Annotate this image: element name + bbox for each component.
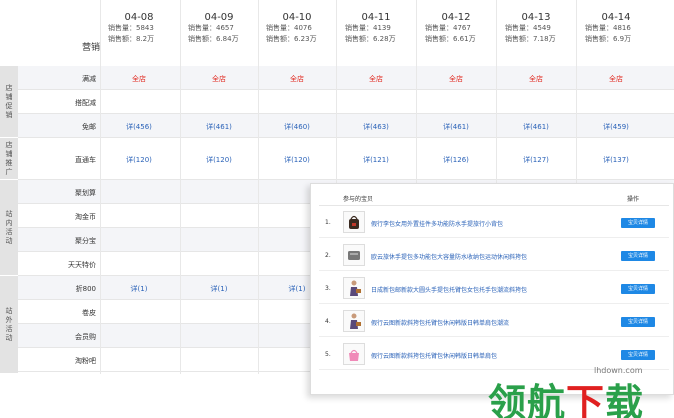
popup-item: 1. 假行李包女用外置挂件多功能防水手提旅行小背包 宝贝详情 [319,208,669,238]
item-number: 1. [325,219,331,226]
popup-item: 3. 日成新包邮新款大圆头手提包托臂包女包托手包潮流斜挎包 宝贝详情 [319,274,669,304]
row-label: 卷皮 [82,309,96,317]
group-label: 店铺推广 [0,138,18,180]
column-divider [180,0,181,374]
day-column-header: 04-11 销售量：4139 销售额：6.28万 [336,0,416,66]
sales-qty: 销售量：4816 [585,24,631,32]
day-column-header: 04-08 销售量：5843 销售额：8.2万 [100,0,178,66]
sales-amount: 销售额：6.28万 [345,35,396,43]
day-date: 04-10 [282,12,312,23]
column-divider [100,0,101,374]
detail-link[interactable]: 详(460) [258,122,336,132]
detail-link[interactable]: 详(121) [336,155,416,165]
detail-link[interactable]: 详(120) [180,155,258,165]
item-title-link[interactable]: 假行云图新款斜挎包托臂包休闲韩版日韩单肩包潮流 [371,318,509,327]
bag-dark-icon[interactable] [343,211,365,233]
row-label: 聚分宝 [75,237,96,245]
bag-pink-icon[interactable] [343,343,365,365]
popup-item: 4. 假行云图新款斜挎包托臂包休闲韩版日韩单肩包潮流 宝贝详情 [319,307,669,337]
section-label: 营销 [81,43,100,53]
scope-label: 全店 [369,75,383,83]
item-number: 3. [325,285,331,292]
item-number: 4. [325,318,331,325]
product-detail-button[interactable]: 宝贝详情 [621,284,655,294]
day-column-header: 04-12 销售量：4767 销售额：6.61万 [416,0,496,66]
row-label: 淘金币 [75,213,96,221]
scope-label: 全店 [132,75,146,83]
day-date: 04-14 [601,12,631,23]
column-divider [258,0,259,374]
item-number: 5. [325,351,331,358]
item-title-link[interactable]: 日成新包邮新款大圆头手提包托臂包女包托手包潮流斜挎包 [371,285,527,294]
row-label: 折800 [75,285,96,293]
row-label: 搭配减 [75,99,96,107]
scope-label: 全店 [529,75,543,83]
row-label: 天天特价 [68,261,96,269]
row-label: 直通车 [75,156,96,164]
day-column-header: 04-13 销售量：4549 销售额：7.18万 [496,0,576,66]
sales-qty: 销售量：4076 [266,24,312,32]
sales-amount: 销售额：6.9万 [585,35,632,43]
sales-qty: 销售量：5843 [108,24,154,32]
sales-qty: 销售量：4139 [345,24,391,32]
day-column-header: 04-14 销售量：4816 销售额：6.9万 [576,0,656,66]
product-detail-button[interactable]: 宝贝详情 [621,317,655,327]
group-label: 店铺促销 [0,66,18,138]
day-date: 04-12 [441,12,471,23]
day-date: 04-08 [124,12,154,23]
detail-link[interactable]: 详(461) [180,122,258,132]
bag-gray-icon[interactable] [343,244,365,266]
day-column-header: 04-10 销售量：4076 销售额：6.23万 [258,0,336,66]
row-label: 聚划算 [75,189,96,197]
day-date: 04-09 [204,12,234,23]
scope-label: 全店 [290,75,304,83]
scope-label: 全店 [212,75,226,83]
detail-link[interactable]: 详(456) [100,122,178,132]
scope-label: 全店 [449,75,463,83]
product-detail-button[interactable]: 宝贝详情 [621,218,655,228]
item-title-link[interactable]: 假行云图新款斜挎包托臂包休闲韩版日韩单肩包 [371,351,497,360]
watermark-text: 领航下载 [488,381,645,418]
day-column-header: 04-09 销售量：4657 销售额：6.84万 [180,0,258,66]
detail-link[interactable]: 详(137) [576,155,656,165]
sales-amount: 销售额：6.84万 [188,35,239,43]
popup-col-action: 操作 [627,196,640,203]
day-date: 04-11 [361,12,391,23]
row-label: 会员购 [75,333,96,341]
row-label: 淘粉吧 [75,357,96,365]
item-number: 2. [325,252,331,259]
bag-model-icon[interactable] [343,310,365,332]
sales-amount: 销售额：6.23万 [266,35,317,43]
detail-link[interactable]: 详(1) [180,284,258,294]
detail-link[interactable]: 详(1) [100,284,178,294]
sales-amount: 销售额：8.2万 [108,35,155,43]
day-date: 04-13 [521,12,551,23]
detail-link[interactable]: 详(463) [336,122,416,132]
sales-qty: 销售量：4767 [425,24,471,32]
item-title-link[interactable]: 欧云旅休手提包多功能包大容量防水收纳包运动休闲斜挎包 [371,252,527,261]
popup-col-product: 参与的宝贝 [343,196,374,203]
detail-link[interactable]: 详(120) [258,155,336,165]
sales-qty: 销售量：4549 [505,24,551,32]
detail-link[interactable]: 详(461) [496,122,576,132]
scope-label: 全店 [609,75,623,83]
row-label: 免邮 [82,123,96,131]
sales-amount: 销售额：6.61万 [425,35,476,43]
product-detail-button[interactable]: 宝贝详情 [621,251,655,261]
detail-link[interactable]: 详(461) [416,122,496,132]
sales-amount: 销售额：7.18万 [505,35,556,43]
watermark-logo: lhdown.com 领航下载 [488,358,674,418]
detail-link[interactable]: 详(120) [100,155,178,165]
sales-qty: 销售量：4657 [188,24,234,32]
detail-link[interactable]: 详(127) [496,155,576,165]
row-label: 满减 [82,75,96,83]
detail-link[interactable]: 详(459) [576,122,656,132]
popup-header: 参与的宝贝 操作 [319,190,669,206]
group-label: 站外活动 [0,276,18,374]
popup-item: 2. 欧云旅休手提包多功能包大容量防水收纳包运动休闲斜挎包 宝贝详情 [319,241,669,271]
bag-model-icon[interactable] [343,277,365,299]
item-title-link[interactable]: 假行李包女用外置挂件多功能防水手提旅行小背包 [371,219,503,228]
group-label: 站内活动 [0,180,18,276]
detail-link[interactable]: 详(126) [416,155,496,165]
